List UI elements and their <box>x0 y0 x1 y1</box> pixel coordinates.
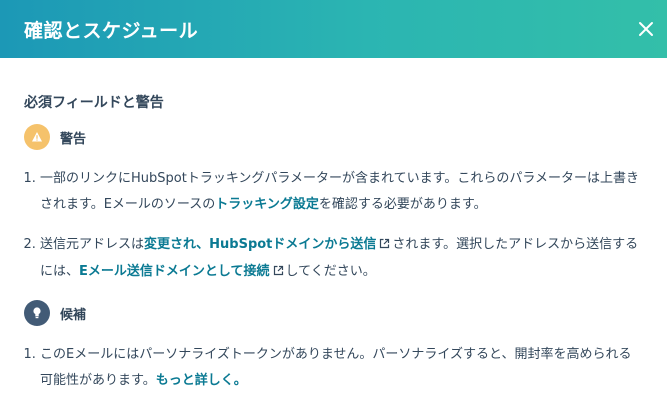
suggestion-list: このEメールにはパーソナライズトークンがありません。パーソナライズすると、開封率… <box>24 342 639 394</box>
list-item: 送信元アドレスは変更され、HubSpotドメインから送信されます。選択したアドレ… <box>40 232 639 286</box>
warning-text: を確認する必要があります。 <box>318 197 487 212</box>
close-button[interactable] <box>625 0 667 58</box>
section-title: 必須フィールドと警告 <box>24 95 164 111</box>
learn-more-link[interactable]: もっと詳しく。 <box>156 373 247 388</box>
warning-text: してください。 <box>285 264 376 279</box>
warning-label: 警告 <box>60 131 87 147</box>
list-item: このEメールにはパーソナライズトークンがありません。パーソナライズすると、開封率… <box>40 342 639 394</box>
connect-sending-domain-link[interactable]: Eメール送信ドメインとして接続 <box>79 264 270 279</box>
close-icon[interactable] <box>638 21 654 37</box>
tracking-settings-link[interactable]: トラッキング設定 <box>215 197 319 212</box>
suggestion-text: このEメールにはパーソナライズトークンがありません。パーソナライズすると、開封率… <box>40 347 632 388</box>
external-link-icon[interactable] <box>273 260 284 286</box>
modal-title: 確認とスケジュール <box>24 19 199 42</box>
external-link-icon[interactable] <box>379 233 390 259</box>
hubspot-domain-link[interactable]: 変更され、HubSpotドメインから送信 <box>144 237 376 252</box>
review-schedule-modal: 確認とスケジュール 必須フィールドと警告 警告 一部のリンクにHubSpotトラ… <box>0 0 667 411</box>
warning-heading: 警告 <box>24 124 639 150</box>
suggestion-heading: 候補 <box>24 300 639 326</box>
warning-icon <box>24 124 50 150</box>
warning-text: 送信元アドレスは <box>40 237 145 252</box>
list-item: 一部のリンクにHubSpotトラッキングパラメーターが含まれています。これらのパ… <box>40 166 639 218</box>
modal-body: 必須フィールドと警告 警告 一部のリンクにHubSpotトラッキングパラメーター… <box>0 58 667 394</box>
warning-list: 一部のリンクにHubSpotトラッキングパラメーターが含まれています。これらのパ… <box>24 166 639 286</box>
lightbulb-icon <box>24 300 50 326</box>
modal-header: 確認とスケジュール <box>0 0 667 58</box>
suggestion-label: 候補 <box>60 307 87 323</box>
